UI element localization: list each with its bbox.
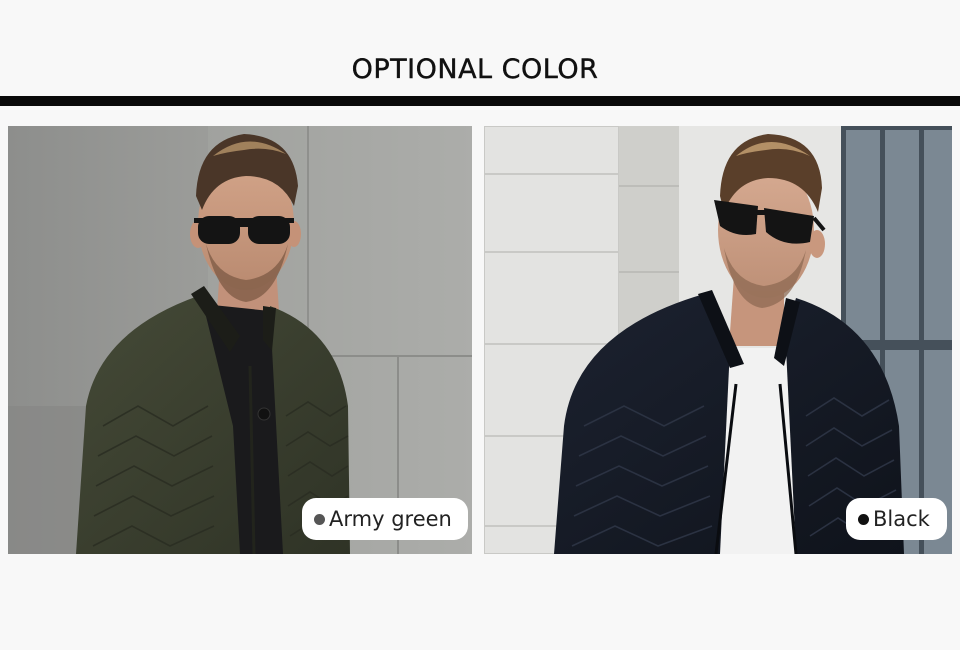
color-option-badge[interactable]: Black [846, 498, 947, 540]
section-title: OPTIONAL COLOR [351, 54, 599, 85]
black-product-photo: Black [484, 126, 952, 554]
color-dot-icon [314, 513, 325, 525]
color-option-label: Black [873, 507, 930, 531]
color-option-badge[interactable]: Army green [302, 498, 468, 540]
color-dot-icon [858, 513, 869, 525]
title-divider [0, 96, 960, 106]
color-option-label: Army green [329, 507, 452, 531]
army-green-product-photo: Army green [8, 126, 472, 554]
